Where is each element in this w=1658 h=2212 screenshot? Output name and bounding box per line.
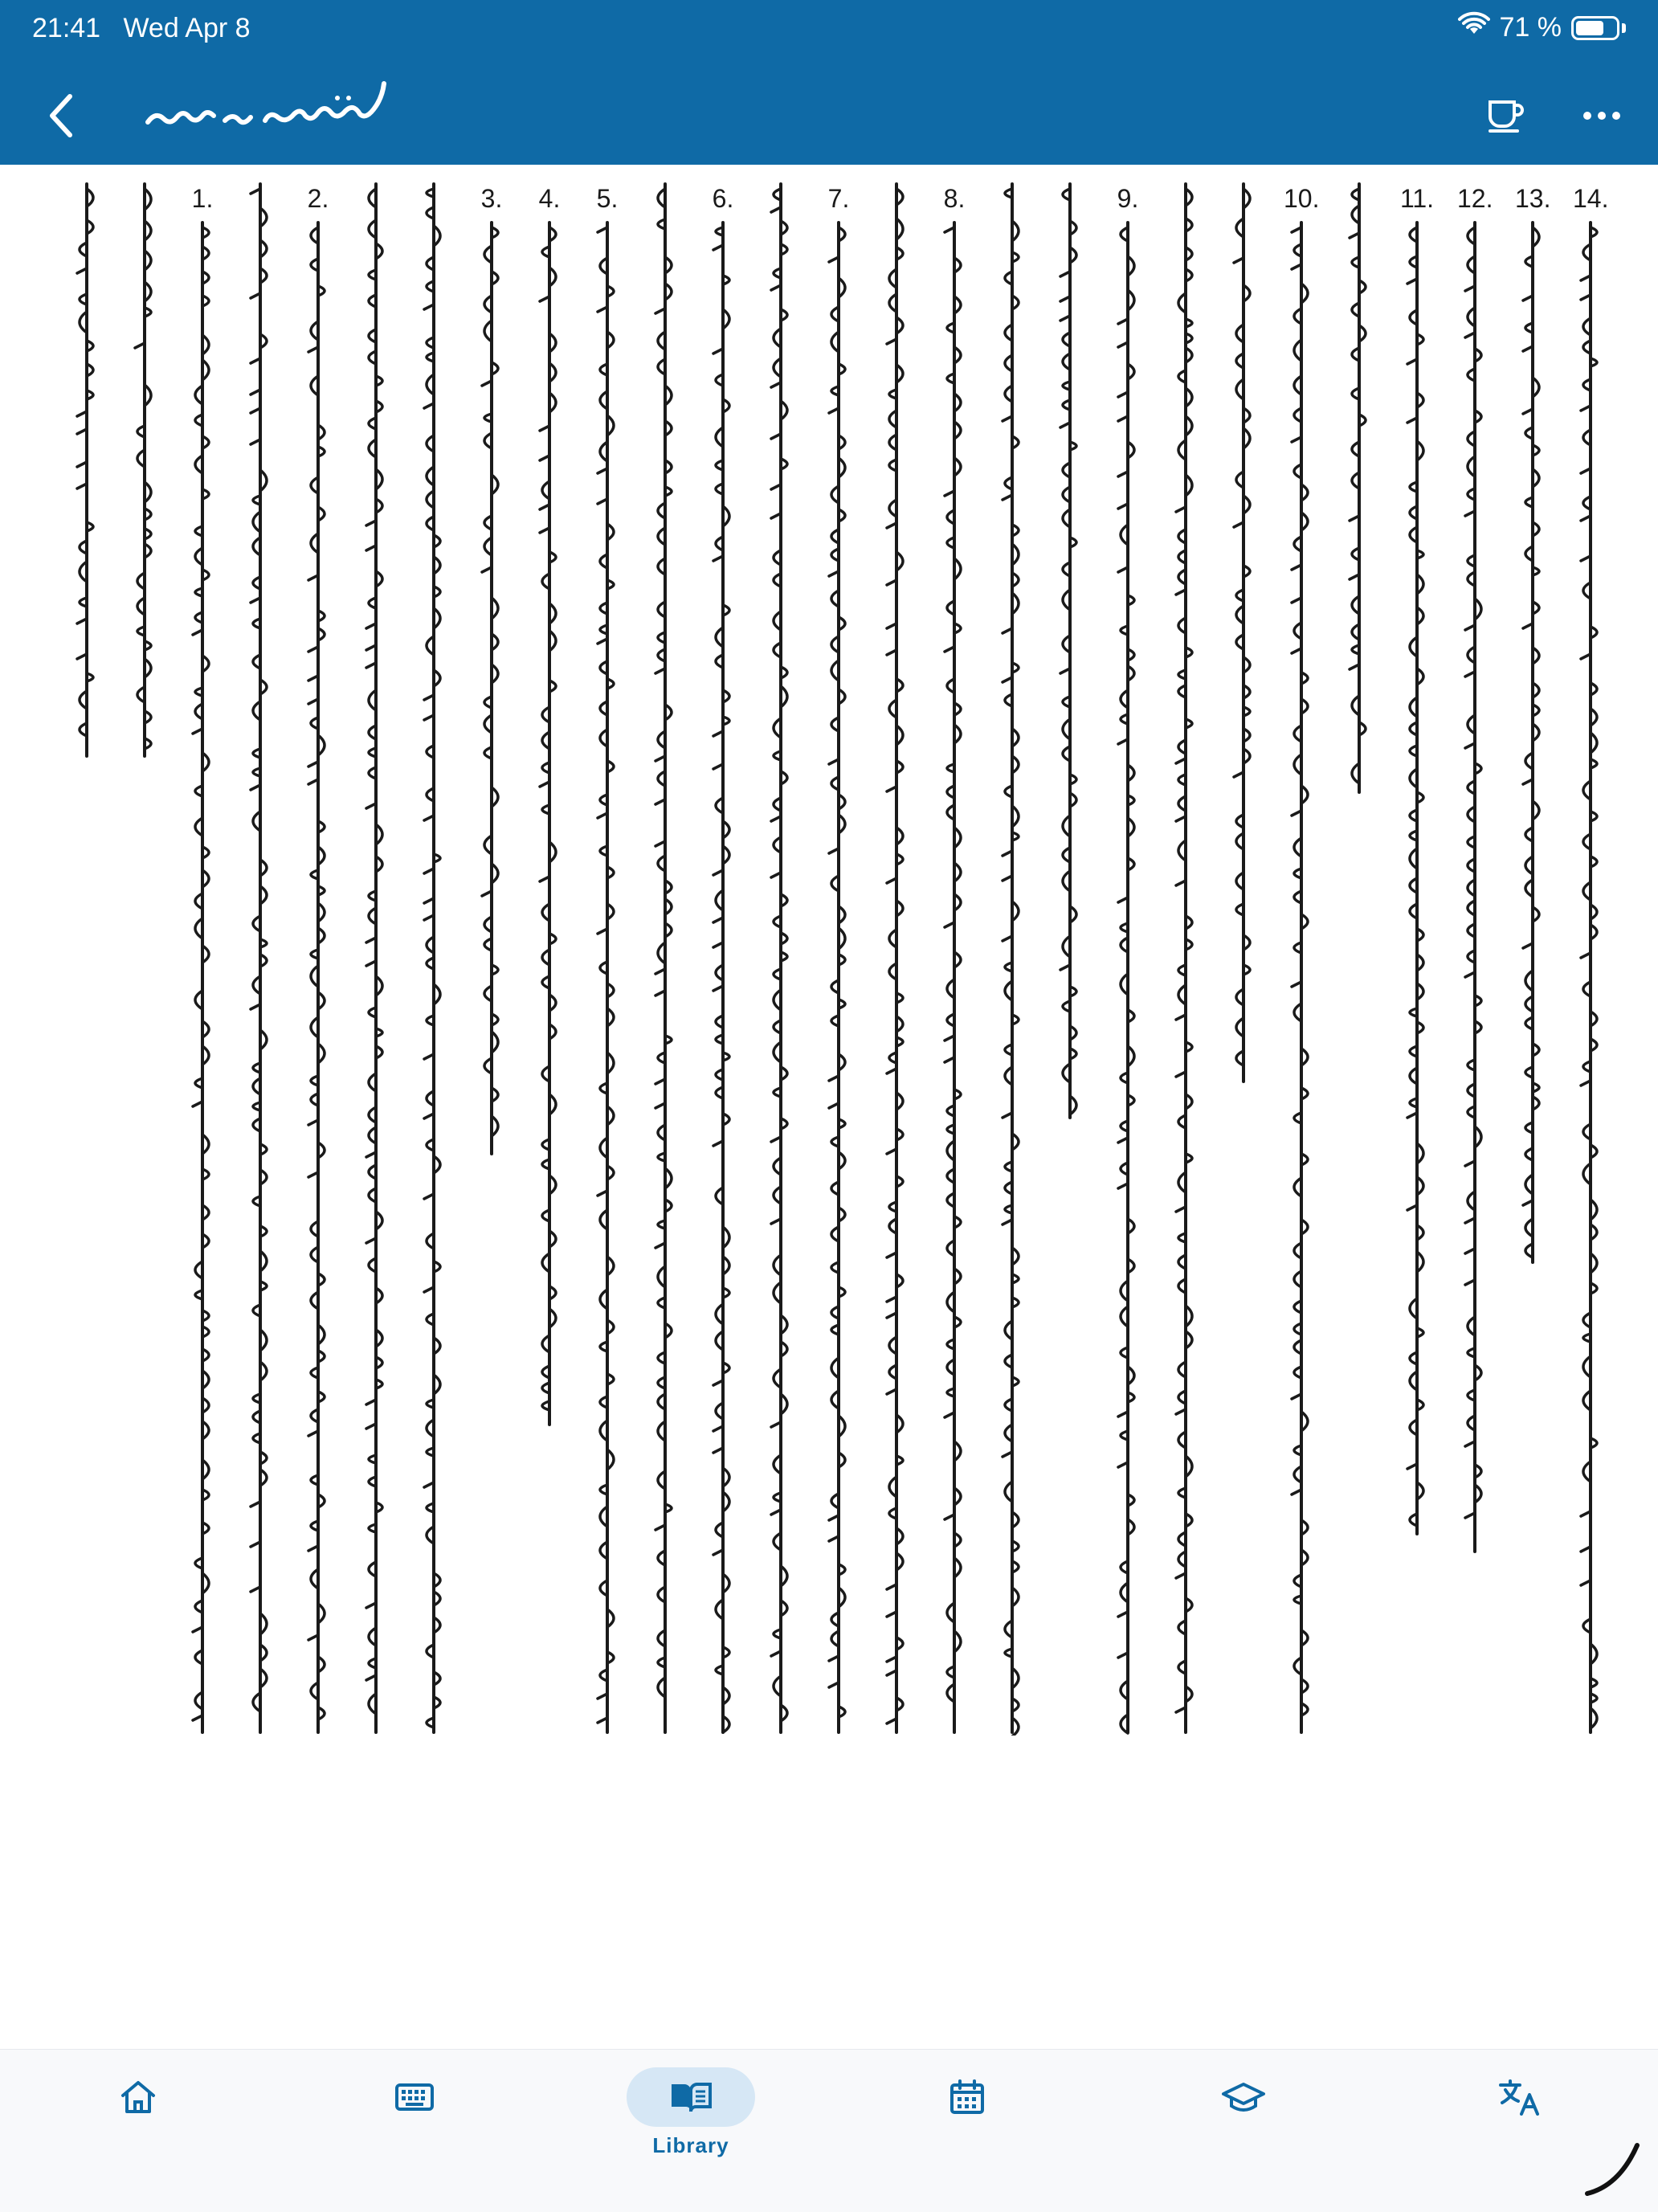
text-column: 7.	[821, 181, 856, 1734]
keyboard-icon	[395, 2083, 434, 2111]
mongolian-script-line	[1059, 182, 1078, 1119]
translate-icon	[1499, 2079, 1539, 2116]
mongolian-script-line	[307, 221, 326, 1734]
mongolian-script-line	[76, 182, 95, 758]
tab-learn[interactable]	[1171, 2067, 1316, 2188]
wifi-icon	[1457, 11, 1490, 44]
battery-percent: 71 %	[1499, 12, 1562, 43]
mongolian-script-line	[885, 182, 905, 1734]
column-number: 12.	[1457, 184, 1493, 213]
column-number: 2.	[307, 184, 329, 213]
mongolian-script-line	[654, 182, 673, 1734]
text-column: 10.	[1284, 181, 1320, 1734]
text-column: 12.	[1457, 181, 1493, 1553]
graduation-cap-icon	[1222, 2083, 1265, 2112]
tab-calendar[interactable]	[895, 2067, 1039, 2188]
coffee-cup-icon	[1489, 100, 1524, 133]
more-horizontal-icon	[1583, 112, 1620, 120]
mongolian-script-line	[1464, 221, 1483, 1553]
status-date: Wed Apr 8	[123, 13, 251, 43]
column-number: 11.	[1399, 184, 1435, 213]
tab-home[interactable]	[66, 2067, 210, 2188]
bottom-tab-bar: Library	[0, 2049, 1658, 2212]
tab-translate-icon-wrap	[1456, 2067, 1584, 2127]
tab-learn-icon-wrap	[1179, 2067, 1308, 2127]
mongolian-script-line	[596, 221, 615, 1734]
text-column: 1.	[185, 181, 220, 1734]
tab-home-icon-wrap	[74, 2067, 202, 2127]
mongolian-script-line	[1579, 221, 1599, 1734]
column-number: 7.	[827, 184, 850, 213]
mongolian-script-line	[249, 182, 268, 1734]
text-column: 3.	[474, 181, 509, 1155]
mongolian-script-line	[1232, 182, 1252, 1083]
nav-bar	[0, 72, 1658, 161]
battery-fill	[1576, 20, 1603, 35]
text-column: 14.	[1573, 181, 1609, 1734]
home-icon	[121, 2081, 155, 2113]
mongolian-script-line	[712, 221, 731, 1734]
column-number: 6.	[712, 184, 734, 213]
chevron-left-icon	[50, 94, 72, 137]
nav-actions	[1473, 84, 1634, 148]
coffee-button[interactable]	[1473, 84, 1538, 148]
page-title-script	[145, 80, 418, 153]
mongolian-script-line	[191, 221, 210, 1734]
mongolian-script-line	[1174, 182, 1194, 1734]
column-number: 10.	[1284, 184, 1320, 213]
column-number: 14.	[1573, 184, 1609, 213]
mongolian-script-line	[943, 221, 962, 1734]
tab-library-icon-wrap	[627, 2067, 755, 2127]
tab-calendar-icon-wrap	[903, 2067, 1031, 2127]
column-number: 13.	[1515, 184, 1551, 213]
mongolian-script-line	[423, 182, 442, 1734]
mongolian-script-line	[770, 182, 789, 1734]
reader-page[interactable]: 14. 13. 12. 11. 10. 9. 8. 7. 6. 5. 4. 3. 2. 1.	[0, 165, 1658, 2049]
text-column: 13.	[1515, 181, 1551, 1264]
battery-icon	[1571, 15, 1619, 40]
status-bar: 21:41 Wed Apr 8 71 %	[0, 0, 1658, 64]
mongolian-script-line	[365, 182, 384, 1734]
text-column: 9.	[1110, 181, 1145, 1735]
column-number: 3.	[480, 184, 503, 213]
column-number: 9.	[1117, 184, 1139, 213]
calendar-icon	[950, 2079, 984, 2114]
tab-keyboard-icon-wrap	[350, 2067, 479, 2127]
mongolian-script-line	[1001, 182, 1020, 1736]
column-number: 5.	[596, 184, 619, 213]
mongolian-script-line	[827, 221, 847, 1734]
mongolian-script-line	[133, 182, 153, 758]
text-column: 5.	[590, 181, 625, 1734]
app-header: 21:41 Wed Apr 8 71 %	[0, 0, 1658, 165]
mongolian-script-line	[480, 221, 500, 1155]
swipe-indicator-icon	[1585, 2143, 1640, 2196]
text-column: 8.	[937, 181, 972, 1734]
tab-library[interactable]: Library	[619, 2067, 763, 2188]
tab-translate[interactable]	[1448, 2067, 1592, 2188]
book-icon	[672, 2083, 712, 2112]
text-column: 11.	[1399, 181, 1435, 1535]
battery-tip	[1622, 22, 1626, 33]
text-column: 4.	[532, 181, 567, 1426]
more-button[interactable]	[1570, 84, 1634, 148]
status-time-date: 21:41 Wed Apr 8	[32, 13, 251, 44]
tab-keyboard[interactable]	[342, 2067, 487, 2188]
text-column: 2.	[300, 181, 336, 1734]
column-number: 1.	[191, 184, 214, 213]
mongolian-script-line	[1290, 221, 1309, 1734]
mongolian-script-line	[1406, 221, 1425, 1535]
back-button[interactable]	[32, 84, 88, 148]
mongolian-script-line	[538, 221, 557, 1426]
text-column: 6.	[705, 181, 741, 1734]
column-number: 8.	[943, 184, 966, 213]
tab-library-label: Library	[652, 2133, 729, 2157]
mongolian-script-line	[1521, 221, 1541, 1264]
mongolian-script-line	[1117, 221, 1136, 1735]
column-number: 4.	[538, 184, 561, 213]
mongolian-script-line	[1348, 182, 1367, 794]
status-time: 21:41	[32, 13, 101, 43]
status-right: 71 %	[1457, 11, 1626, 44]
